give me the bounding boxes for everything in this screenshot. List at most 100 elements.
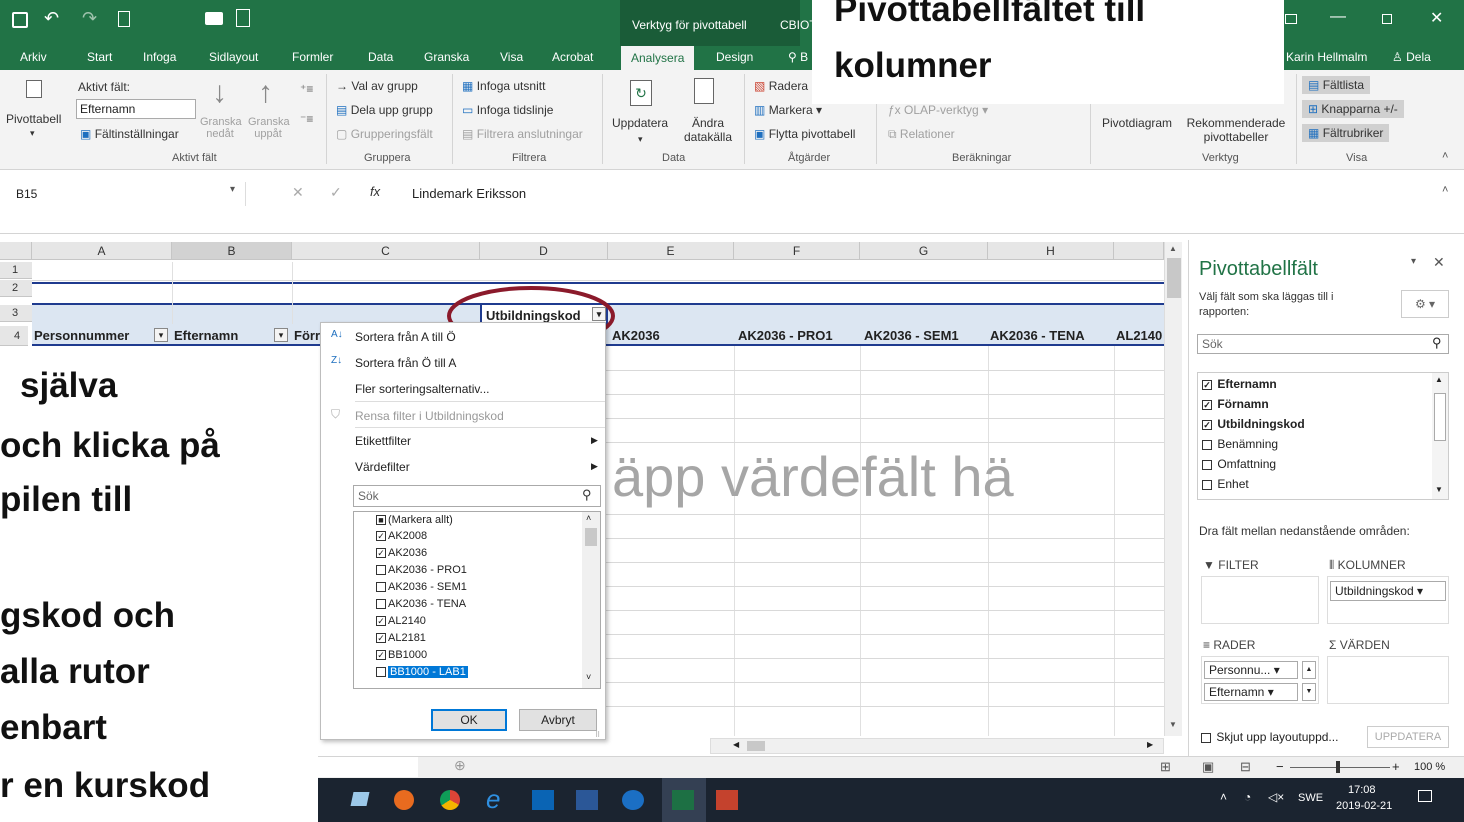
field-list[interactable]: ✓ Efternamn ✓ Förnamn ✓ Utbildningskod B… bbox=[1197, 372, 1449, 500]
filter-drop-area[interactable] bbox=[1201, 576, 1319, 624]
outlook-icon[interactable] bbox=[532, 790, 554, 810]
field-item[interactable]: Omfattning bbox=[1202, 457, 1276, 471]
checkbox-checked[interactable]: ✓ bbox=[376, 531, 386, 542]
resize-grip-icon[interactable]: ⠿ bbox=[595, 731, 600, 739]
clear-filter-item[interactable]: Rensa filter i Utbildningskod bbox=[355, 409, 504, 423]
chrome-icon[interactable] bbox=[440, 790, 460, 810]
cancel-button[interactable]: Avbryt bbox=[519, 709, 597, 731]
firefox-icon[interactable] bbox=[394, 790, 414, 810]
horizontal-scrollbar[interactable]: ◀ ▶ bbox=[710, 738, 1164, 754]
list-item[interactable]: ✓ AL2181 bbox=[376, 632, 426, 644]
normal-view-icon[interactable]: ⊞ bbox=[1160, 759, 1171, 775]
add-sheet-icon[interactable]: ⊕ bbox=[454, 757, 466, 774]
values-drop-area[interactable] bbox=[1327, 656, 1449, 704]
list-item[interactable]: AK2036 - SEM1 bbox=[376, 581, 467, 593]
clock-time[interactable]: 17:08 bbox=[1348, 784, 1376, 796]
checkbox-unchecked[interactable] bbox=[1201, 732, 1211, 743]
scroll-up-icon[interactable]: ˄ bbox=[586, 513, 591, 523]
scroll-thumb[interactable] bbox=[747, 741, 765, 751]
list-item[interactable]: ✓ AK2036 bbox=[376, 547, 427, 559]
field-item[interactable]: ✓ Efternamn bbox=[1202, 377, 1277, 391]
list-scrollbar[interactable]: ˄ ˅ bbox=[582, 512, 600, 688]
scroll-up-icon[interactable]: ▲ bbox=[1302, 661, 1316, 679]
field-item[interactable]: ✓ Utbildningskod bbox=[1202, 417, 1305, 431]
list-item[interactable]: AK2036 - PRO1 bbox=[376, 564, 467, 576]
scroll-down-icon[interactable]: ▼ bbox=[1169, 720, 1177, 729]
volume-icon[interactable]: ◁× bbox=[1268, 790, 1284, 804]
sheet-tab[interactable] bbox=[318, 757, 418, 777]
checkbox-partial[interactable]: ■ bbox=[376, 515, 386, 526]
field-item[interactable]: Enhet bbox=[1202, 477, 1249, 491]
checkbox-unchecked[interactable] bbox=[376, 565, 386, 576]
update-button[interactable]: UPPDATERA bbox=[1367, 726, 1449, 748]
scroll-thumb[interactable] bbox=[1167, 258, 1181, 298]
columns-drop-area[interactable]: Utbildningskod ▾ bbox=[1327, 576, 1449, 624]
field-list-scrollbar[interactable]: ▲ ▼ bbox=[1432, 373, 1448, 499]
scroll-down-icon[interactable]: ▼ bbox=[1302, 683, 1316, 701]
scroll-up-icon[interactable]: ▲ bbox=[1435, 375, 1443, 384]
checkbox-unchecked[interactable] bbox=[376, 667, 386, 678]
checkbox-unchecked[interactable] bbox=[1202, 439, 1212, 450]
checkbox-checked[interactable]: ✓ bbox=[376, 650, 386, 661]
zoom-level[interactable]: 100 % bbox=[1414, 761, 1445, 773]
defer-update-checkbox[interactable]: Skjut upp layoutuppd... bbox=[1201, 730, 1338, 744]
checkbox-checked[interactable]: ✓ bbox=[1202, 379, 1212, 390]
pane-options-icon[interactable]: ▾ bbox=[1411, 256, 1416, 267]
word-icon[interactable] bbox=[576, 790, 598, 810]
field-item[interactable]: ✓ Förnamn bbox=[1202, 397, 1269, 411]
label-filter-item[interactable]: Etikettfilter bbox=[355, 434, 411, 448]
rows-field-chip[interactable]: Personnu... ▾ bbox=[1204, 661, 1298, 679]
tray-chevron-icon[interactable]: ˄ bbox=[1220, 790, 1227, 804]
start-icon[interactable] bbox=[350, 792, 370, 806]
zoom-thumb[interactable] bbox=[1336, 761, 1340, 773]
scroll-right-icon[interactable]: ▶ bbox=[1147, 740, 1153, 749]
sort-a-to-o-item[interactable]: Sortera från A till Ö bbox=[355, 330, 456, 344]
page-break-icon[interactable]: ⊟ bbox=[1240, 759, 1251, 775]
vertical-scrollbar[interactable]: ▲ ▼ bbox=[1164, 242, 1182, 736]
list-item[interactable]: AK2036 - TENA bbox=[376, 598, 466, 610]
scroll-left-icon[interactable]: ◀ bbox=[733, 740, 739, 749]
checkbox-checked[interactable]: ✓ bbox=[376, 633, 386, 644]
scroll-up-icon[interactable]: ▲ bbox=[1169, 244, 1177, 253]
checkbox-unchecked[interactable] bbox=[1202, 479, 1212, 490]
checkbox-checked[interactable]: ✓ bbox=[376, 548, 386, 559]
field-item[interactable]: Benämning bbox=[1202, 437, 1278, 451]
checkbox-checked[interactable]: ✓ bbox=[1202, 399, 1212, 410]
list-item[interactable]: ✓ AK2008 bbox=[376, 530, 427, 542]
rows-field-chip[interactable]: Efternamn ▾ bbox=[1204, 683, 1298, 701]
sort-o-to-a-item[interactable]: Sortera från Ö till A bbox=[355, 356, 456, 370]
zoom-slider[interactable] bbox=[1290, 767, 1390, 768]
list-item-selected[interactable]: BB1000 - LAB1 bbox=[376, 666, 468, 678]
more-sort-options-item[interactable]: Fler sorteringsalternativ... bbox=[355, 382, 490, 396]
rows-drop-area[interactable]: Personnu... ▾ Efternamn ▾ ▲ ▼ bbox=[1201, 656, 1319, 704]
pane-close-icon[interactable]: ✕ bbox=[1433, 254, 1445, 271]
value-filter-item[interactable]: Värdefilter bbox=[355, 460, 410, 474]
page-layout-icon[interactable]: ▣ bbox=[1202, 759, 1214, 775]
network-icon[interactable]: ◔ bbox=[1244, 790, 1251, 804]
checkbox-unchecked[interactable] bbox=[376, 582, 386, 593]
excel-icon[interactable] bbox=[672, 790, 694, 810]
checkbox-unchecked[interactable] bbox=[1202, 459, 1212, 470]
columns-field-chip[interactable]: Utbildningskod ▾ bbox=[1330, 581, 1446, 601]
filter-search-box[interactable]: Sök ⚲ bbox=[353, 485, 601, 507]
scroll-down-icon[interactable]: ˅ bbox=[586, 672, 591, 682]
language-indicator[interactable]: SWE bbox=[1298, 792, 1323, 804]
ok-button[interactable]: OK bbox=[431, 709, 507, 731]
field-search-box[interactable]: Sök ⚲ bbox=[1197, 334, 1449, 354]
scroll-thumb[interactable] bbox=[585, 528, 597, 546]
zoom-in-button[interactable]: + bbox=[1392, 759, 1400, 774]
list-item[interactable]: ✓ BB1000 bbox=[376, 649, 427, 661]
clock-date[interactable]: 2019-02-21 bbox=[1336, 800, 1392, 812]
list-item[interactable]: ■ (Markera allt) bbox=[376, 514, 453, 526]
checkbox-checked[interactable]: ✓ bbox=[1202, 419, 1212, 430]
scroll-down-icon[interactable]: ▼ bbox=[1435, 485, 1443, 494]
list-item[interactable]: ✓ AL2140 bbox=[376, 615, 426, 627]
store-icon[interactable] bbox=[622, 790, 644, 810]
pane-settings-button[interactable]: ⚙ ▾ bbox=[1401, 290, 1449, 318]
checkbox-unchecked[interactable] bbox=[376, 599, 386, 610]
scroll-thumb[interactable] bbox=[1434, 393, 1446, 441]
powerpoint-icon[interactable] bbox=[716, 790, 738, 810]
checkbox-checked[interactable]: ✓ bbox=[376, 616, 386, 627]
edge-icon[interactable]: e bbox=[486, 784, 500, 815]
notifications-icon[interactable] bbox=[1418, 790, 1432, 802]
